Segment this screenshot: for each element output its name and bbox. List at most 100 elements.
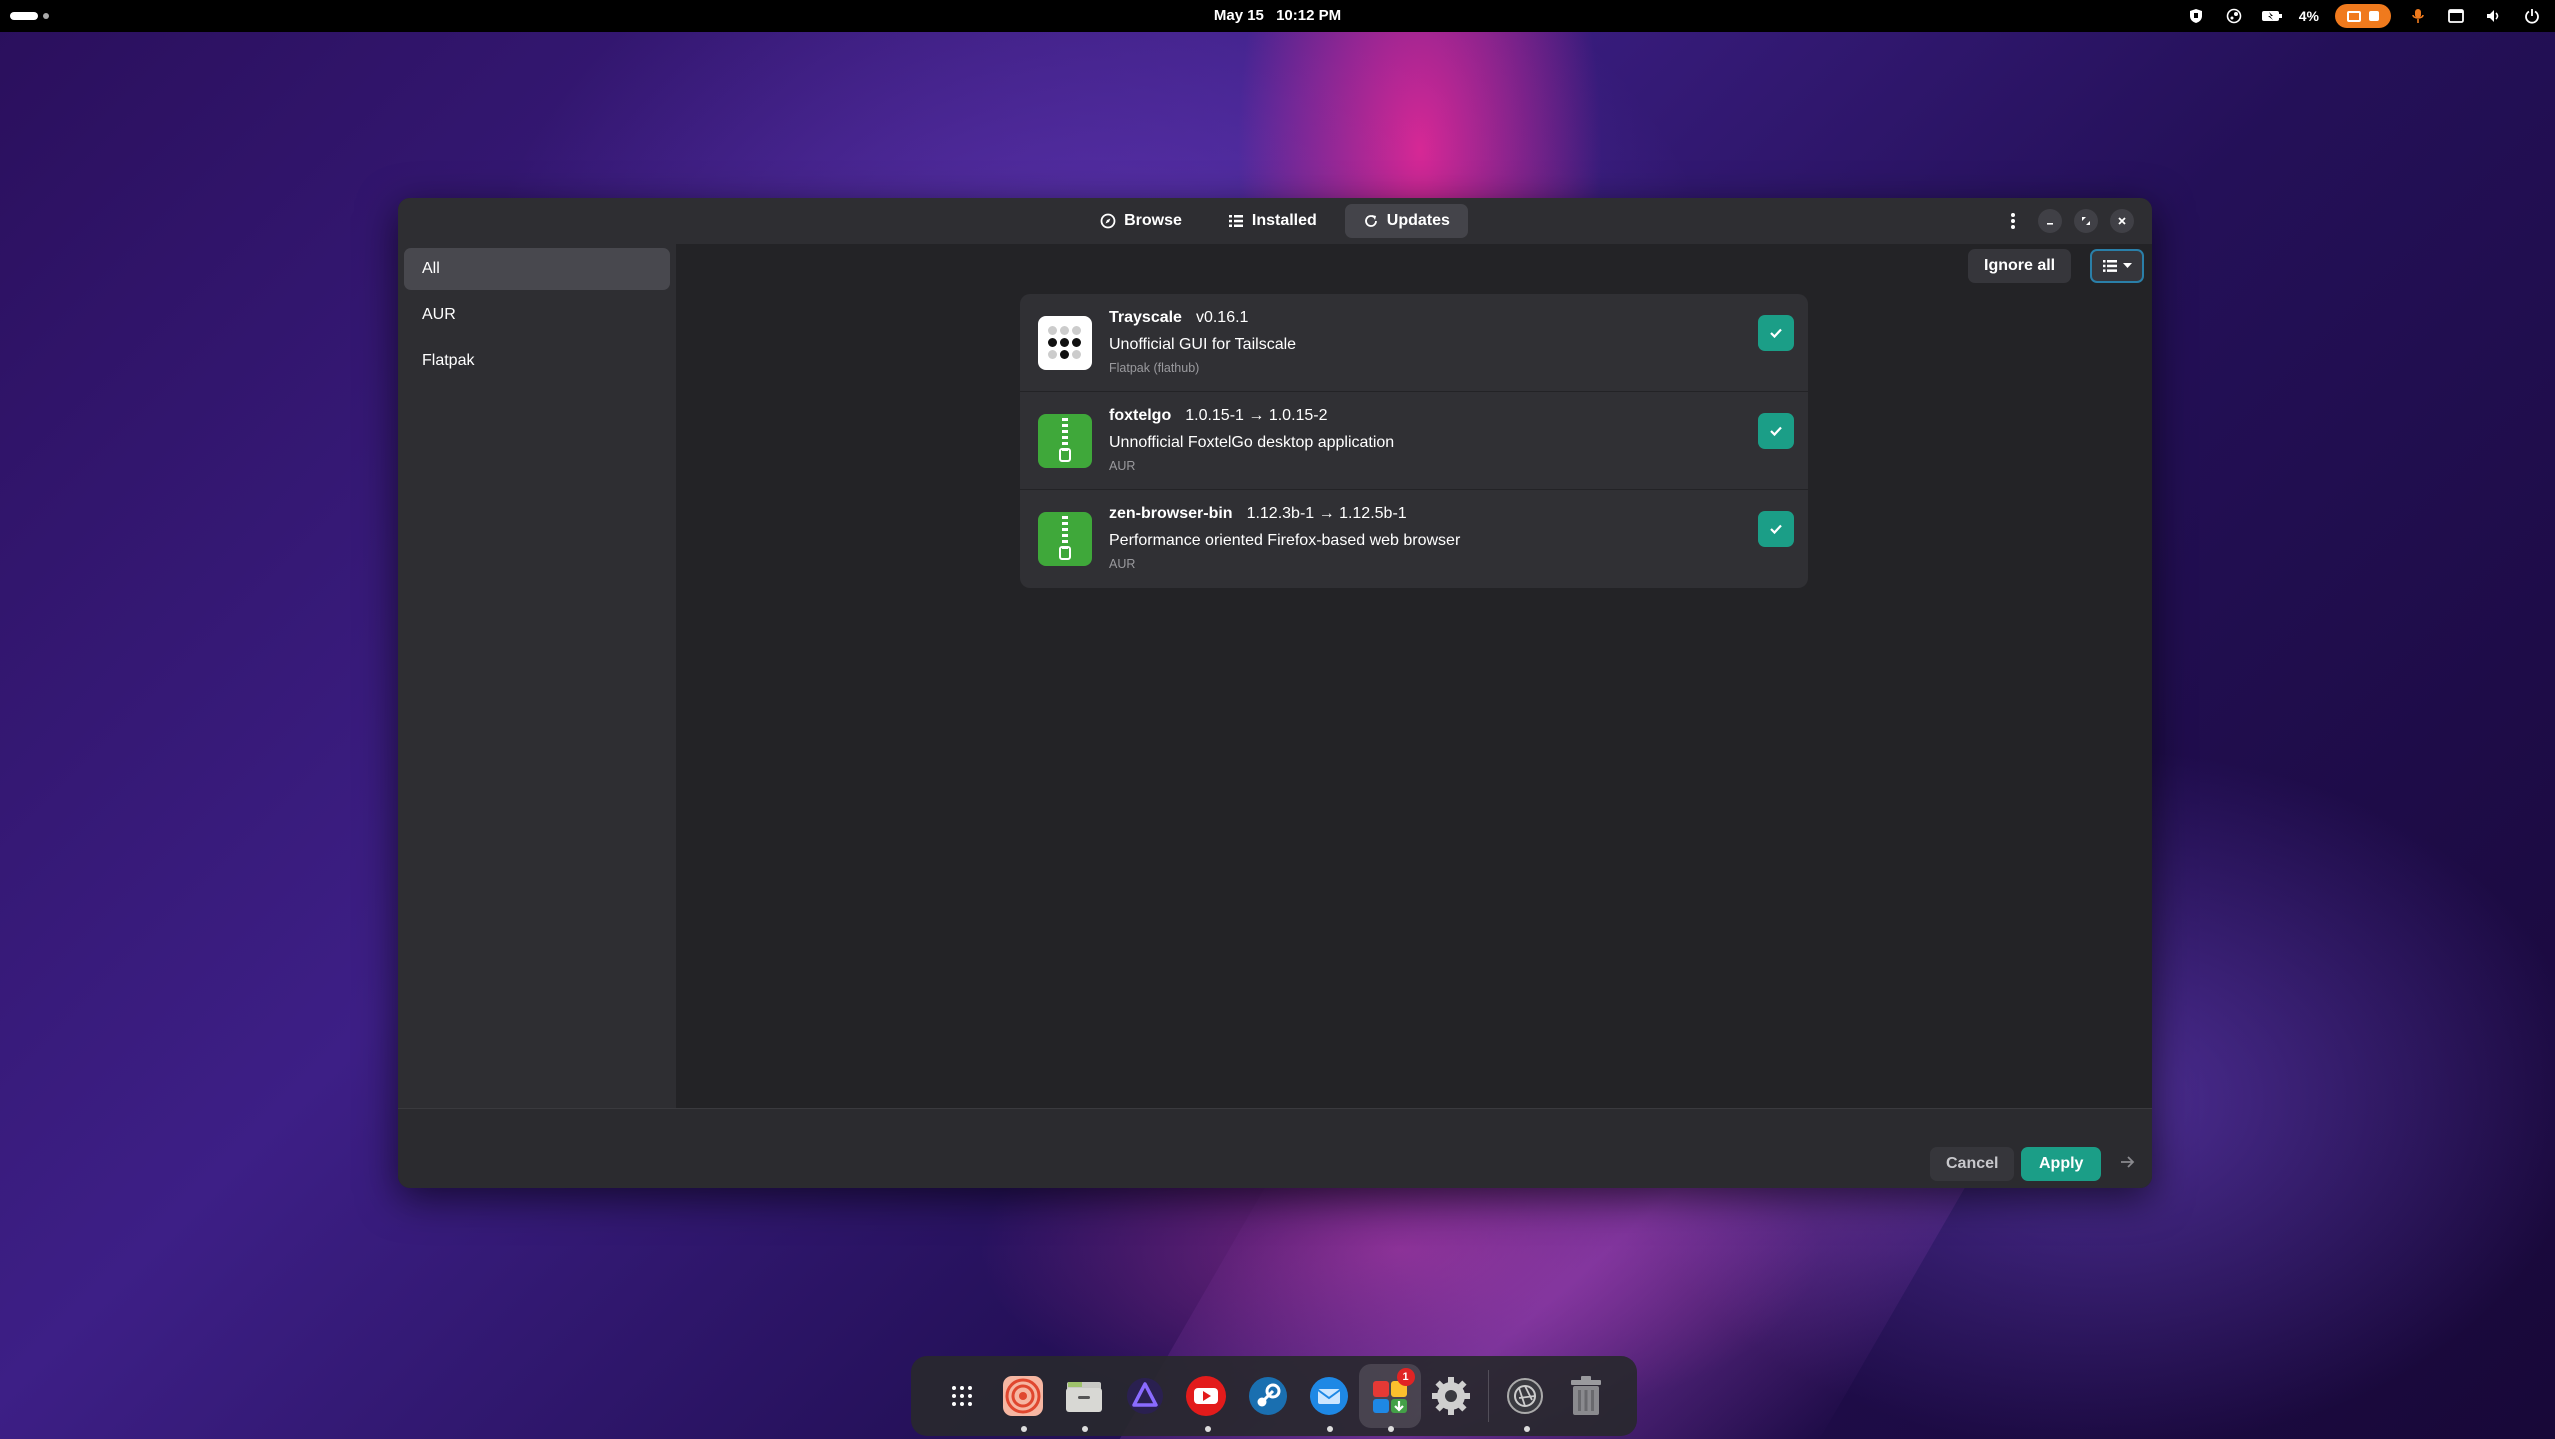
software-updater-window: Browse Installed Updates All AUR Flatpak…	[398, 198, 2152, 1188]
app-description: Unnofficial FoxtelGo desktop application	[1109, 434, 1395, 451]
archive-package-icon	[1038, 414, 1092, 468]
dock-trash[interactable]	[1556, 1364, 1617, 1428]
app-source: Flatpak (flathub)	[1109, 361, 1200, 375]
app-name: foxtelgo	[1109, 407, 1172, 424]
tab-browse[interactable]: Browse	[1082, 204, 1200, 238]
maximize-button[interactable]	[2074, 209, 2098, 233]
app-description: Unofficial GUI for Tailscale	[1109, 336, 1297, 353]
running-indicator	[1327, 1426, 1334, 1432]
volume-icon[interactable]	[2483, 5, 2505, 27]
dock-steam[interactable]	[1237, 1364, 1298, 1428]
update-checkbox[interactable]	[1758, 315, 1794, 351]
sidebar-item-flatpak[interactable]: Flatpak	[404, 340, 670, 382]
chevron-down-icon	[2122, 263, 2132, 268]
dock-app-grid[interactable]	[931, 1364, 992, 1428]
clock[interactable]: May 15 10:12 PM	[0, 7, 2555, 24]
recording-indicator-icon[interactable]	[2335, 4, 2391, 28]
aperture-icon	[1507, 1378, 1544, 1414]
running-indicator	[1082, 1426, 1089, 1432]
source-sidebar: All AUR Flatpak	[398, 244, 676, 1108]
view-switcher: Browse Installed Updates	[398, 204, 2152, 238]
trash-icon	[1571, 1376, 1602, 1415]
compass-icon	[1100, 213, 1116, 229]
update-row-foxtelgo[interactable]: foxtelgo 1.0.15-1 → 1.0.15-2 Unnofficial …	[1020, 392, 1808, 490]
app-name: zen-browser-bin	[1109, 505, 1233, 522]
app-description: Performance oriented Firefox-based web b…	[1109, 532, 1461, 549]
dock-proton-vpn[interactable]	[1115, 1364, 1176, 1428]
dock-aperture-app[interactable]	[1495, 1364, 1556, 1432]
cancel-button[interactable]: Cancel	[1930, 1147, 2015, 1181]
sidebar-item-all[interactable]: All	[404, 248, 670, 290]
action-footer: Cancel Apply	[398, 1108, 2152, 1188]
system-tray[interactable]: 4%	[2185, 4, 2543, 28]
microphone-icon[interactable]	[2407, 5, 2429, 27]
app-source: AUR	[1109, 557, 1136, 571]
updates-list: Trayscale v0.16.1 Unofficial GUI for Tail…	[1020, 294, 1808, 588]
stop-icon	[2369, 11, 2379, 21]
dock-separator	[1487, 1370, 1489, 1422]
checkmark-icon	[1770, 524, 1782, 535]
checkmark-icon	[1770, 426, 1782, 437]
archive-package-icon	[1038, 512, 1092, 566]
proton-vpn-icon	[1127, 1378, 1164, 1414]
steam-icon[interactable]	[2223, 5, 2245, 27]
refresh-icon	[1364, 215, 1377, 227]
dock-thunderbird[interactable]	[1298, 1364, 1359, 1432]
running-indicator	[1523, 1426, 1530, 1432]
file-manager-icon	[1065, 1382, 1102, 1412]
list-icon	[1228, 215, 1243, 227]
header-bar: Browse Installed Updates	[398, 198, 2152, 244]
dock-file-manager[interactable]	[1053, 1364, 1114, 1432]
clock-date: May 15	[1213, 7, 1264, 24]
clock-time: 10:12 PM	[1276, 7, 1342, 24]
arrow-right-icon[interactable]	[2120, 1153, 2142, 1175]
update-checkbox[interactable]	[1758, 511, 1794, 547]
tab-installed-label: Installed	[1251, 212, 1317, 229]
update-checkbox[interactable]	[1758, 413, 1794, 449]
running-indicator	[1204, 1426, 1211, 1432]
dock-youtube[interactable]	[1176, 1364, 1237, 1432]
app-name: Trayscale	[1109, 309, 1182, 326]
update-count-badge: 1	[1396, 1368, 1415, 1386]
dock-software-updater[interactable]: 1	[1359, 1364, 1421, 1432]
sidebar-item-label: Flatpak	[422, 352, 475, 369]
shield-icon[interactable]	[2185, 5, 2207, 27]
running-indicator	[1021, 1426, 1028, 1432]
thunderbird-icon	[1309, 1377, 1348, 1415]
updates-content: Ignore all Trayscale v0.16.1 Unofficial G…	[676, 244, 2152, 1108]
kebab-menu-icon	[2011, 213, 2015, 229]
checkmark-icon	[1770, 328, 1782, 339]
update-row-zen-browser-bin[interactable]: zen-browser-bin 1.12.3b-1 → 1.12.5b-1 Per…	[1020, 490, 1808, 588]
settings-icon	[1432, 1377, 1471, 1415]
battery-icon[interactable]	[2261, 5, 2283, 27]
youtube-icon	[1186, 1376, 1227, 1416]
dock-target-app[interactable]	[992, 1364, 1053, 1432]
sidebar-item-aur[interactable]: AUR	[404, 294, 670, 336]
running-indicator	[1388, 1426, 1395, 1432]
target-app-icon	[1002, 1376, 1043, 1416]
minimize-button[interactable]	[2038, 209, 2062, 233]
screen-share-icon	[2347, 10, 2361, 22]
close-icon	[2118, 217, 2126, 225]
trayscale-icon	[1038, 316, 1092, 370]
tab-updates-label: Updates	[1386, 212, 1450, 229]
list-view-icon	[2102, 260, 2117, 272]
battery-percent: 4%	[2298, 8, 2319, 24]
main-menu-button[interactable]	[2000, 208, 2026, 234]
window-icon[interactable]	[2445, 5, 2467, 27]
tab-installed[interactable]: Installed	[1210, 204, 1335, 238]
app-version: 1.12.3b-1 → 1.12.5b-1	[1246, 505, 1407, 522]
close-button[interactable]	[2110, 209, 2134, 233]
minimize-icon	[2047, 223, 2053, 225]
apply-button[interactable]: Apply	[2021, 1147, 2102, 1181]
tab-updates[interactable]: Updates	[1344, 204, 1468, 238]
dock-settings[interactable]	[1421, 1364, 1482, 1428]
update-row-trayscale[interactable]: Trayscale v0.16.1 Unofficial GUI for Tail…	[1020, 294, 1808, 392]
app-grid-icon	[951, 1386, 972, 1406]
app-version: v0.16.1	[1195, 309, 1249, 326]
maximize-icon	[2082, 217, 2090, 225]
view-options-button[interactable]	[2090, 249, 2144, 283]
ignore-all-button[interactable]: Ignore all	[1968, 249, 2072, 283]
steam-icon	[1248, 1377, 1287, 1415]
power-icon[interactable]	[2521, 5, 2543, 27]
